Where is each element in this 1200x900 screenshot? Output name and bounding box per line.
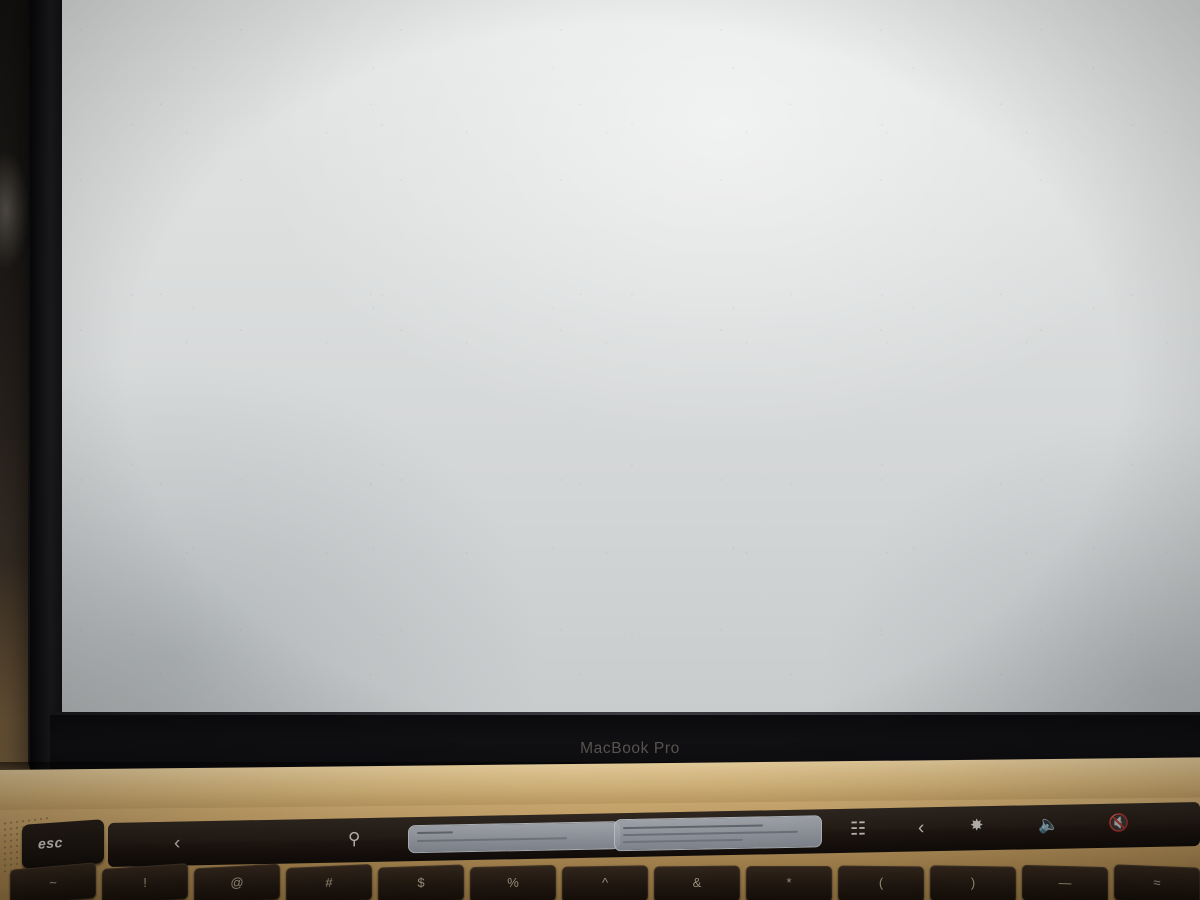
chin-highlight-edge <box>50 712 1200 715</box>
content-divider <box>82 247 1165 248</box>
question-4-line-2: only? What are the two ways plants can r… <box>110 41 647 61</box>
triangle-right-icon <box>1103 286 1111 296</box>
keyboard-number-row: ~ ! @ # $ % ^ & * ( ) — ≈ <box>0 862 1200 900</box>
question-text-4: How come plant hormones can elicit respo… <box>110 6 889 66</box>
chevron-left-small-icon[interactable]: ‹ <box>918 817 924 838</box>
document-page: How do plant cells signal other plant ce… <box>62 0 1200 712</box>
question-number-4: 4. <box>87 11 102 31</box>
volume-up-icon[interactable]: 🔈 <box>1038 815 1059 834</box>
volume-mute-icon[interactable]: 🔇 <box>1108 813 1129 832</box>
question-item-4: 4. How come plant hormones can elicit re… <box>62 6 1200 66</box>
subitem-2: 2. Auxin (role in phototropism and cell … <box>62 162 1200 196</box>
subitem-number-2: 2. <box>125 169 140 189</box>
key-9[interactable]: ( <box>838 865 924 900</box>
new-tab-icon[interactable]: ☷ <box>850 818 866 838</box>
pagination-nav: Previous Next <box>62 262 1200 332</box>
previous-button[interactable]: Previous <box>83 266 231 316</box>
subitem-text-1: PHOT1 and PHOT2 <box>149 135 305 155</box>
key-4[interactable]: $ <box>378 864 464 900</box>
key-2[interactable]: @ <box>194 863 280 900</box>
brightness-icon[interactable]: ✸ <box>970 817 983 834</box>
key-3[interactable]: # <box>286 864 372 900</box>
question-text-5: Using your answers from questions 1-4, d… <box>110 68 901 128</box>
laptop-screen: How do plant cells signal other plant ce… <box>62 0 1200 712</box>
key-minus[interactable]: — <box>1022 864 1108 900</box>
photo-scene: How do plant cells signal other plant ce… <box>0 0 1200 900</box>
esc-key[interactable]: esc <box>22 819 104 869</box>
macbook-pro-brand-label: MacBook Pro <box>580 740 680 757</box>
next-button[interactable]: Next <box>1029 265 1141 317</box>
chevron-left-icon[interactable]: ‹ <box>174 833 180 854</box>
question-number-5: 5. <box>87 73 102 93</box>
subitem-text-2: Auxin (role in phototropism and cell elo… <box>149 169 514 189</box>
left-wall-glow <box>0 150 30 270</box>
question-4-line-1: How come plant hormones can elicit respo… <box>110 11 889 31</box>
question-5-line-1: Using your answers from questions 1-4, d… <box>110 73 901 93</box>
touch-bar-suggestion-field-left[interactable] <box>408 821 620 854</box>
key-6[interactable]: ^ <box>562 865 648 900</box>
esc-key-label: esc <box>38 834 63 852</box>
laptop-left-bezel <box>30 0 64 775</box>
touch-bar-suggestion-field-right[interactable] <box>614 815 822 852</box>
key-1[interactable]: ! <box>102 862 188 900</box>
question-list: 4. How come plant hormones can elicit re… <box>62 2 1200 196</box>
key-tilde[interactable]: ~ <box>10 862 96 900</box>
question-item-5: 5. Using your answers from questions 1-4… <box>62 68 1200 128</box>
previous-button-label: Previous <box>128 280 200 301</box>
subitem-number-1: 1. <box>125 135 140 155</box>
key-5[interactable]: % <box>470 864 556 900</box>
subitem-1: 1. PHOT1 and PHOT2 <box>62 128 1200 162</box>
key-equals[interactable]: ≈ <box>1114 864 1200 900</box>
magnifier-icon[interactable]: ⚲ <box>348 829 360 848</box>
key-0[interactable]: ) <box>930 865 1016 900</box>
triangle-left-icon <box>114 286 122 296</box>
next-button-label: Next <box>1059 280 1097 301</box>
question-5-subitems: 1. PHOT1 and PHOT2 2. Auxin (role in pho… <box>62 128 1200 196</box>
question-5-line-2: in your answer the specific role of <box>110 103 370 123</box>
key-8[interactable]: * <box>746 866 832 900</box>
key-7[interactable]: & <box>654 865 740 900</box>
